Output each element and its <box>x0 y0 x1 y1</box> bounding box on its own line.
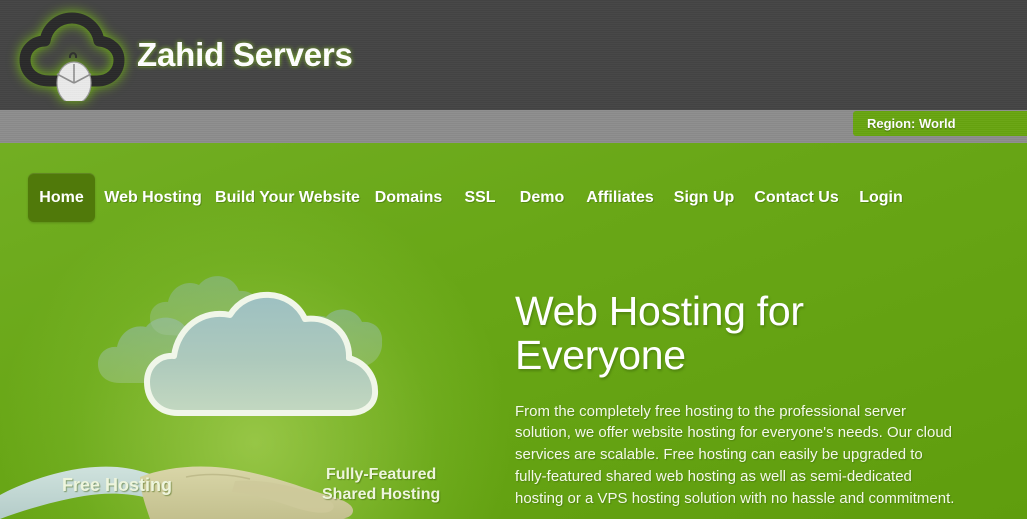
tag-free-hosting: Free Hosting <box>62 475 173 495</box>
tag-line-2: Shared Hosting <box>322 486 441 503</box>
hero-copy: Web Hosting for Everyone From the comple… <box>515 288 955 509</box>
hero-headline-line1: Web Hosting for <box>515 288 804 334</box>
nav-item-domains[interactable]: Domains <box>370 173 447 222</box>
nav-item-home[interactable]: Home <box>28 173 95 222</box>
region-badge[interactable]: Region: World <box>853 111 1027 136</box>
page-root: Zahid Servers Region: World Home Web Hos… <box>0 0 1027 519</box>
hero-body-text: From the completely free hosting to the … <box>515 402 955 507</box>
nav-item-contact-us[interactable]: Contact Us <box>750 173 843 222</box>
nav-label: Contact Us <box>754 188 839 206</box>
site-header: Zahid Servers <box>0 0 1027 110</box>
nav-item-build-your-website[interactable]: Build Your Website <box>215 173 360 222</box>
secondary-bar: Region: World <box>0 110 1027 143</box>
hero-headline: Web Hosting for Everyone <box>515 288 955 378</box>
nav-item-affiliates[interactable]: Affiliates <box>582 173 658 222</box>
cloud-mouse-logo-icon <box>19 12 125 101</box>
tag-line-1: Fully-Featured <box>326 466 437 483</box>
tag-fully-featured-shared-hosting: Fully-Featured Shared Hosting <box>322 465 440 505</box>
nav-label: Build Your Website <box>215 188 360 206</box>
nav-label: SSL <box>464 188 496 206</box>
nav-item-login[interactable]: Login <box>853 173 909 222</box>
nav-label: Domains <box>374 188 443 206</box>
main-navigation: Home Web Hosting Build Your Website Doma… <box>0 173 1027 225</box>
nav-item-demo[interactable]: Demo <box>512 173 572 222</box>
nav-label: Affiliates <box>586 188 654 206</box>
nav-item-ssl[interactable]: SSL <box>458 173 502 222</box>
hero-headline-line2: Everyone <box>515 331 686 378</box>
nav-label: Demo <box>519 188 565 206</box>
site-logo[interactable] <box>16 9 128 101</box>
brand-name: Zahid Servers <box>137 36 353 73</box>
nav-item-sign-up[interactable]: Sign Up <box>669 173 739 222</box>
nav-label: Login <box>859 188 903 206</box>
nav-item-web-hosting[interactable]: Web Hosting <box>103 173 203 222</box>
nav-label: Web Hosting <box>104 188 202 206</box>
hero-section: Home Web Hosting Build Your Website Doma… <box>0 143 1027 519</box>
region-badge-label: Region: World <box>867 116 956 131</box>
nav-label: Home <box>39 188 84 206</box>
nav-label: Sign Up <box>673 188 735 206</box>
